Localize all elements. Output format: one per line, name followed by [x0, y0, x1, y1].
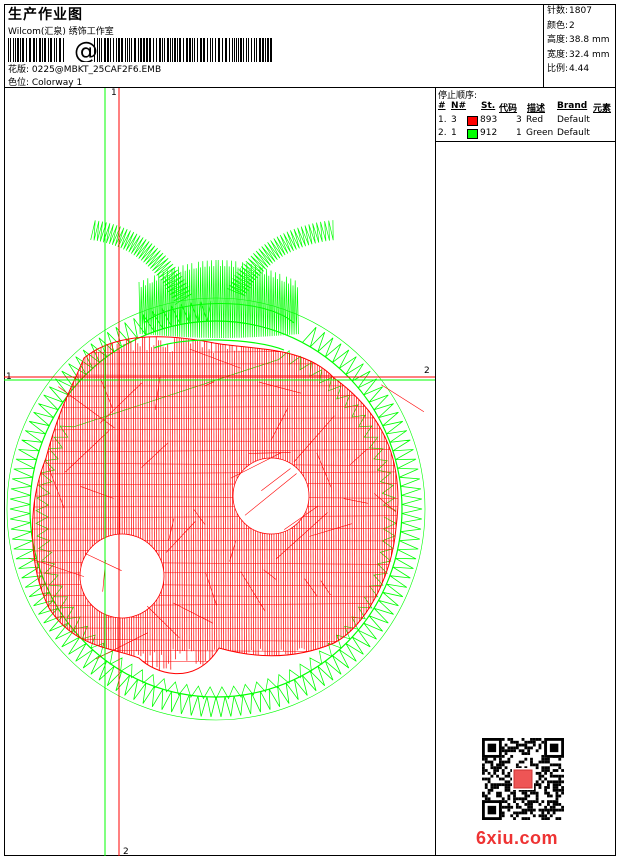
- col-index: #: [438, 101, 446, 111]
- stop-row[interactable]: 2. 1 912 1 Green Default: [436, 128, 616, 141]
- stop-sequence-title: 停止顺序:: [438, 91, 478, 101]
- red-body-fill: [32, 336, 399, 674]
- stat-height: 高度:38.8 mm: [547, 35, 610, 45]
- design-file: 花版: 0225@MBKT_25CAF2F6.EMB: [8, 65, 162, 75]
- axis-label-bottom: 2: [123, 847, 129, 856]
- axis-label-right: 2: [424, 366, 430, 376]
- company-name: Wilcom(汇泉) 绣饰工作室: [8, 27, 114, 37]
- color-swatch: [467, 116, 478, 126]
- stop-sequence-header: # N# St. 代码 描述 Brand 元素: [436, 101, 616, 114]
- watermark-logo: 6xiu.com: [476, 828, 559, 848]
- stat-stitches: 针数:1807: [547, 6, 592, 16]
- color-swatch: [467, 129, 478, 139]
- col-stitches: St.: [481, 101, 496, 111]
- spot-left: [80, 534, 164, 618]
- stop-row[interactable]: 1. 3 893 3 Red Default: [436, 115, 616, 128]
- col-code: 代码: [499, 104, 518, 114]
- worksheet-header: 生产作业图 Wilcom(汇泉) 绣饰工作室 @ 花版: 0225@MBKT_2…: [4, 4, 616, 88]
- col-desc: 描述: [527, 104, 546, 114]
- embroidery-preview: [4, 88, 435, 856]
- stat-width: 宽度:32.4 mm: [547, 49, 610, 60]
- stats-panel: 针数:1807 颜色:2 高度:38.8 mm 宽度:32.4 mm 比例:4.…: [543, 4, 616, 88]
- stat-scale: 比例:4.44: [547, 64, 590, 74]
- col-brand: Brand: [557, 101, 588, 111]
- qr-code: [482, 738, 564, 820]
- axis-label-top: 1: [111, 88, 117, 98]
- page-title: 生产作业图: [8, 7, 83, 23]
- axis-label-left: 1: [6, 372, 12, 382]
- colorway: 色位: Colorway 1: [8, 78, 83, 88]
- table-divider: [436, 141, 616, 142]
- stat-colors: 颜色:2: [547, 20, 575, 31]
- design-canvas[interactable]: 1 1 2 2: [4, 88, 436, 856]
- col-n: N#: [451, 101, 467, 111]
- barcode: @: [8, 38, 272, 62]
- col-element: 元素: [593, 104, 612, 114]
